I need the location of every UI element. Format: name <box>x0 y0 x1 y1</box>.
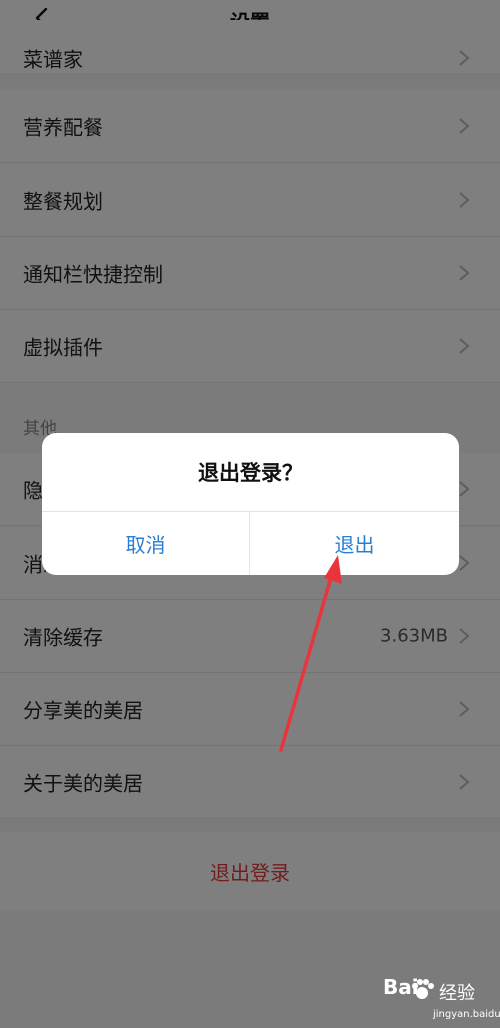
cancel-button[interactable]: 取消 <box>42 512 249 575</box>
logout-confirm-dialog: 退出登录？ 取消 退出 <box>42 433 459 575</box>
watermark-brand-cn: 经验 <box>439 983 475 1004</box>
baidu-jingyan-watermark: Bai 经验 jingyan.baidu.com <box>383 975 500 1025</box>
paw-icon <box>412 979 434 999</box>
watermark-url: jingyan.baidu.com <box>433 1009 500 1020</box>
dialog-title: 退出登录？ <box>198 461 303 485</box>
confirm-logout-button[interactable]: 退出 <box>250 512 459 575</box>
